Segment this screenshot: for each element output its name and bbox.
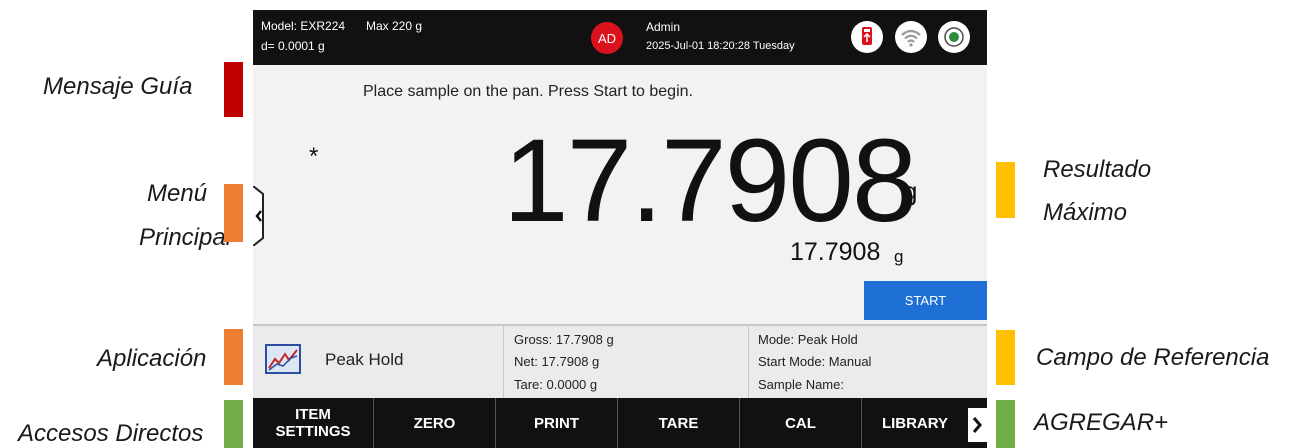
model-label: Model: EXR224 <box>261 19 346 33</box>
library-button[interactable]: LIBRARY <box>862 398 968 448</box>
callout-bar-orange-app <box>224 329 243 385</box>
callout-accesos-directos: Accesos Directos <box>18 420 204 448</box>
callout-bar-green-right <box>996 400 1015 448</box>
mode-value: Mode: Peak Hold <box>758 332 858 347</box>
weight-display: 17.7908 <box>503 115 918 247</box>
peak-hold-chart-icon[interactable] <box>265 344 301 374</box>
zero-button[interactable]: ZERO <box>374 398 496 448</box>
peak-result: 17.7908 <box>790 238 881 266</box>
callout-menu-principal-line2: Principal <box>139 224 232 252</box>
usb-icon[interactable] <box>851 21 883 53</box>
level-bubble-icon[interactable] <box>938 21 970 53</box>
user-avatar[interactable]: AD <box>591 22 623 54</box>
datetime: 2025-Jul-01 18:20:28 Tuesday <box>646 40 795 52</box>
user-name: Admin <box>646 20 681 34</box>
main-menu-toggle[interactable] <box>253 186 271 246</box>
start-button[interactable]: START <box>864 281 987 320</box>
cal-label: CAL <box>785 414 816 432</box>
callout-agregar: AGREGAR+ <box>1034 409 1169 437</box>
callout-bar-yellow-ref <box>996 330 1015 385</box>
shortcut-bar: ITEM SETTINGS ZERO PRINT TARE CAL LIBRARY <box>253 398 987 448</box>
application-name[interactable]: Peak Hold <box>325 350 403 370</box>
callout-bar-orange-menu <box>224 184 243 242</box>
status-bar: Model: EXR224 Max 220 g d= 0.0001 g AD A… <box>253 10 987 65</box>
balance-screen: Model: EXR224 Max 220 g d= 0.0001 g AD A… <box>253 10 987 448</box>
add-shortcut-toggle[interactable] <box>968 408 987 442</box>
weight-unit: g <box>903 176 918 206</box>
panel-divider <box>503 326 504 400</box>
net-value: Net: 17.7908 g <box>514 354 600 369</box>
cal-button[interactable]: CAL <box>740 398 862 448</box>
item-settings-button[interactable]: ITEM SETTINGS <box>253 398 374 448</box>
callout-bar-green-left <box>224 400 243 448</box>
zero-label: ZERO <box>413 414 456 432</box>
callout-resultado-maximo-line2: Máximo <box>1043 199 1128 227</box>
print-button[interactable]: PRINT <box>496 398 618 448</box>
item-settings-label-line2: SETTINGS <box>275 423 351 440</box>
sample-name-value: Sample Name: <box>758 377 844 392</box>
peak-result-unit: g <box>894 247 904 266</box>
start-mode-value: Start Mode: Manual <box>758 354 872 369</box>
reference-panel: Peak Hold Gross: 17.7908 g Net: 17.7908 … <box>253 324 987 400</box>
callout-menu-principal-line1: Menú <box>147 180 208 208</box>
callout-mensaje-guia: Mensaje Guía <box>43 73 193 101</box>
gross-value: Gross: 17.7908 g <box>514 332 614 347</box>
callout-resultado-maximo-line1: Resultado <box>1043 156 1152 184</box>
readability-label: d= 0.0001 g <box>261 39 325 53</box>
capacity-label: Max 220 g <box>366 19 423 33</box>
library-label: LIBRARY <box>881 414 949 432</box>
callout-aplicacion: Aplicación <box>97 345 207 373</box>
callout-campo-referencia: Campo de Referencia <box>1036 344 1270 372</box>
print-label: PRINT <box>534 414 579 432</box>
panel-divider <box>748 326 749 400</box>
guide-message: Place sample on the pan. Press Start to … <box>363 83 693 100</box>
stability-marker: * <box>309 143 319 170</box>
item-settings-label-line1: ITEM <box>295 406 331 423</box>
callout-bar-yellow-result <box>996 162 1015 218</box>
tare-button[interactable]: TARE <box>618 398 740 448</box>
tare-value: Tare: 0.0000 g <box>514 377 598 392</box>
tare-label: TARE <box>658 414 699 432</box>
wifi-icon[interactable] <box>895 21 927 53</box>
callout-bar-red <box>224 62 243 117</box>
